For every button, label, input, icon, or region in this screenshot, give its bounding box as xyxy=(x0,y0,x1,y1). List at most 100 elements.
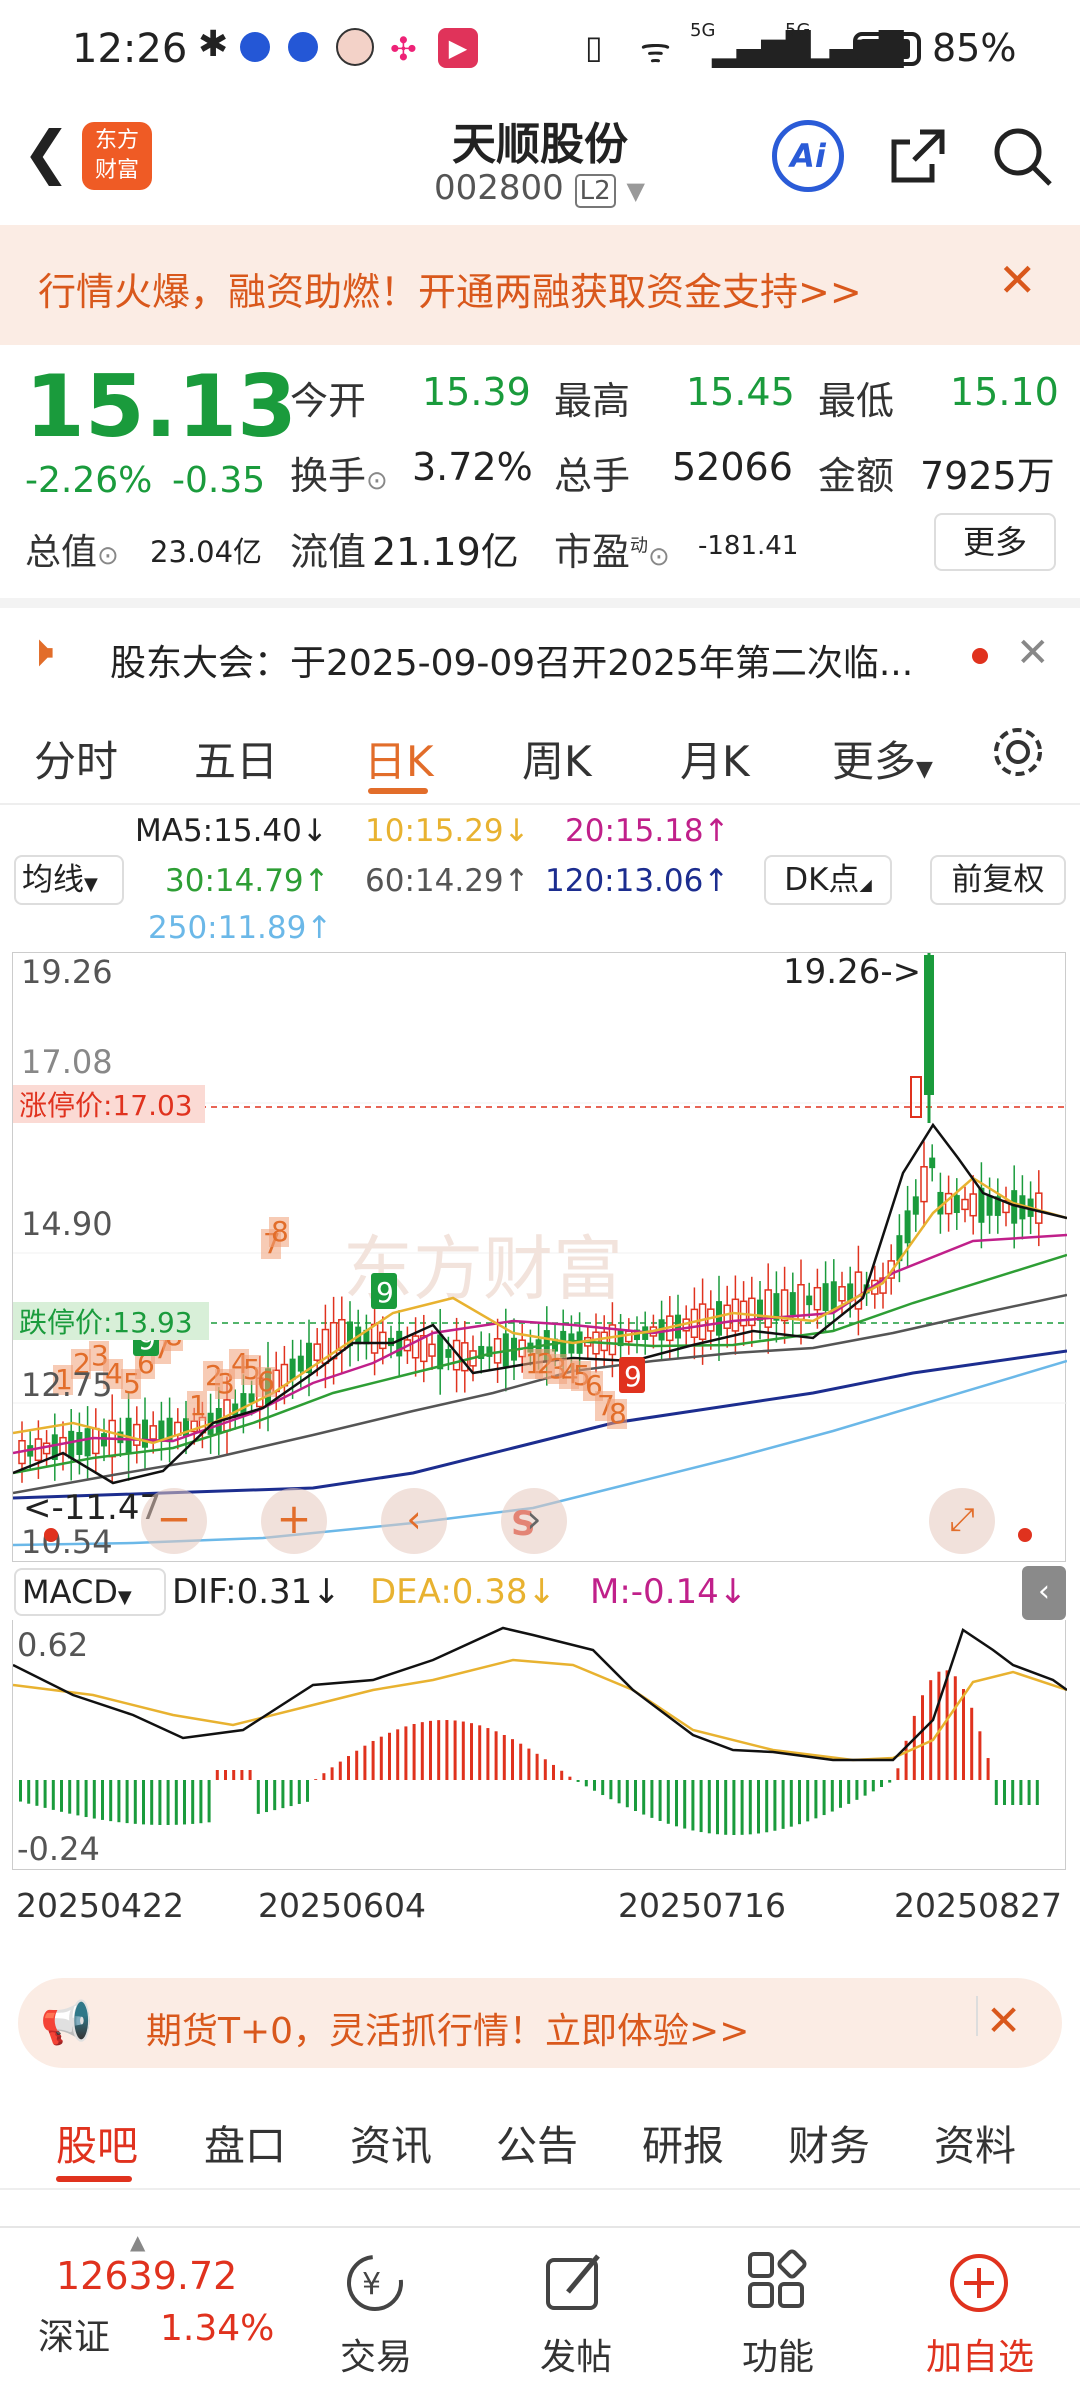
futures-text: 期货T+0，灵活抓行情！立即体验>> xyxy=(146,2011,750,2052)
tab-handicap[interactable]: 盘口 xyxy=(204,2112,286,2172)
tab-announcements[interactable]: 公告 xyxy=(496,2112,578,2172)
ma-selector[interactable]: 均线▼ xyxy=(14,855,124,905)
y-label-4: 12.75 xyxy=(21,1366,113,1404)
bluetooth-icon: ✱ xyxy=(198,24,229,65)
kline-chart[interactable]: 东方财富 123456781234567812345678999 19.26 1… xyxy=(12,952,1068,1562)
svg-text:1: 1 xyxy=(189,1389,207,1422)
ma250-value: 250:11.89↑ xyxy=(148,910,333,946)
limit-down-tag: 跌停价:13.93 xyxy=(19,1306,193,1339)
pe-value: -181.41 xyxy=(698,531,799,561)
stock-code-row[interactable]: 002800 L2 ▼ xyxy=(434,168,645,208)
zoom-out-button[interactable]: − xyxy=(141,1488,207,1554)
promo-banner[interactable]: 行情火爆，融资助燃！开通两融获取资金支持>> ✕ xyxy=(0,225,1080,345)
max-candle xyxy=(924,955,934,1095)
tab-profile[interactable]: 资料 xyxy=(934,2112,1016,2172)
tab-more[interactable]: 更多▼ xyxy=(832,728,933,789)
tab-monthly-k[interactable]: 月K xyxy=(680,728,750,789)
tab-five-day[interactable]: 五日 xyxy=(194,728,278,789)
level-badge: L2 xyxy=(574,174,616,208)
ma60-value: 60:14.29↑ xyxy=(365,863,530,899)
corner-icon: ◢ xyxy=(859,875,872,894)
dk-button[interactable]: DK点◢ xyxy=(764,855,892,905)
collapse-button[interactable]: ‹ xyxy=(1022,1566,1066,1620)
close-icon[interactable]: ✕ xyxy=(986,1996,1021,2045)
svg-text:8: 8 xyxy=(271,1215,289,1248)
title-bar: ❮ 东方 财富 天顺股份 002800 L2 ▼ Ai xyxy=(0,100,1080,225)
video-app-icon: ▶ xyxy=(438,28,478,68)
tab-daily-k[interactable]: 日K xyxy=(364,728,434,789)
add-icon[interactable] xyxy=(944,2248,1014,2318)
expand-icon[interactable]: ▲ xyxy=(130,2230,145,2254)
scroll-right-button[interactable]: › xyxy=(501,1488,567,1554)
macd-selector[interactable]: MACD▼ xyxy=(14,1568,166,1616)
chevron-down-icon: ▼ xyxy=(84,874,98,895)
search-icon[interactable] xyxy=(990,124,1054,188)
svg-text:9: 9 xyxy=(624,1360,642,1393)
app-icon-2 xyxy=(288,32,318,62)
slack-icon: ✣ xyxy=(390,30,417,68)
post-icon[interactable] xyxy=(540,2248,610,2318)
chevron-down-icon: ▼ xyxy=(117,1587,132,1608)
futures-banner[interactable]: 📢 期货T+0，灵活抓行情！立即体验>> ✕ xyxy=(18,1978,1062,2068)
ma120-value: 120:13.06↑ xyxy=(545,863,730,899)
gear-icon[interactable] xyxy=(990,724,1046,780)
content-tabs: 股吧 盘口 资讯 公告 研报 财务 资料 xyxy=(0,2080,1080,2190)
trade-label[interactable]: 交易 xyxy=(340,2328,412,2380)
close-icon[interactable]: ✕ xyxy=(998,253,1037,307)
pe-label: 市盈动⊙ xyxy=(554,530,670,574)
notice-bar[interactable]: 🕨 股东大会：于2025-09-09召开2025年第二次临... ✕ xyxy=(0,598,1080,698)
function-label[interactable]: 功能 xyxy=(742,2328,814,2380)
battery-icon xyxy=(853,32,921,66)
info-icon: ⊙ xyxy=(648,542,670,572)
adjust-button[interactable]: 前复权 xyxy=(930,855,1066,905)
tab-weekly-k[interactable]: 周K xyxy=(522,728,592,789)
date-label: 20250422 xyxy=(16,1886,184,1925)
info-icon: ⊙ xyxy=(97,541,119,571)
m-value: M:-0.14↓ xyxy=(590,1572,748,1612)
y-label-3: 14.90 xyxy=(21,1205,113,1243)
index-value[interactable]: 12639.72 xyxy=(56,2254,237,2298)
ma10-value: 10:15.29↓ xyxy=(365,813,530,849)
close-icon[interactable]: ✕ xyxy=(1016,630,1050,676)
bottom-bar: ▲ 12639.72 深证 1.34% ¥ 交易 发帖 功能 加自选 xyxy=(0,2226,1080,2400)
amount-value: 7925万 xyxy=(920,454,1055,498)
index-name[interactable]: 深证 xyxy=(38,2308,110,2360)
volume-label: 总手 xyxy=(554,454,631,498)
period-tabs: 分时 五日 日K 周K 月K 更多▼ xyxy=(0,700,1080,805)
status-bar: 12:26 ✱ ✣ ▶ ▯ ᯤ 5G ▂▄▆█ 5G ▂▄▆█ 85% xyxy=(0,0,1080,100)
info-icon: ⊙ xyxy=(366,466,388,496)
share-icon[interactable] xyxy=(886,124,950,188)
svg-text:¥: ¥ xyxy=(362,2267,381,2302)
limit-candle xyxy=(910,1076,922,1118)
tab-research[interactable]: 研报 xyxy=(642,2112,724,2172)
more-button[interactable]: 更多 xyxy=(934,513,1056,571)
dif-line xyxy=(12,1626,1068,1762)
ai-button[interactable]: Ai xyxy=(772,120,844,192)
y-label-2: 17.08 xyxy=(21,1043,113,1081)
unread-dot xyxy=(972,648,988,664)
kline-svg: 东方财富 123456781234567812345678999 19.26 1… xyxy=(12,952,1068,1561)
high-value: 15.45 xyxy=(686,370,795,414)
function-icon[interactable] xyxy=(742,2248,812,2318)
date-label: 20250716 xyxy=(618,1886,786,1925)
promo-text: 行情火爆，融资助燃！开通两融获取资金支持>> xyxy=(38,270,862,314)
battery-text: 85% xyxy=(932,26,1017,70)
add-watchlist-label[interactable]: 加自选 xyxy=(926,2328,1034,2380)
tab-indicator xyxy=(56,2176,132,2182)
zoom-in-button[interactable]: + xyxy=(261,1488,327,1554)
mktcap-label: 总值⊙ xyxy=(25,532,119,573)
tab-guba[interactable]: 股吧 xyxy=(56,2112,138,2172)
ma5-value: MA5:15.40↓ xyxy=(135,813,328,849)
low-label: 最低 xyxy=(818,379,895,423)
fullscreen-icon[interactable]: ⤢ xyxy=(929,1488,995,1554)
post-label[interactable]: 发帖 xyxy=(540,2328,612,2380)
index-pct[interactable]: 1.34% xyxy=(160,2308,274,2349)
current-price: 15.13 xyxy=(25,357,298,457)
trade-icon[interactable]: ¥ xyxy=(340,2248,410,2318)
date-label: 20250604 xyxy=(258,1886,426,1925)
tab-news[interactable]: 资讯 xyxy=(350,2112,432,2172)
scroll-left-button[interactable]: ‹ xyxy=(381,1488,447,1554)
change-value: -0.35 xyxy=(172,460,266,501)
tab-intraday[interactable]: 分时 xyxy=(34,728,118,789)
tab-finance[interactable]: 财务 xyxy=(788,2112,870,2172)
